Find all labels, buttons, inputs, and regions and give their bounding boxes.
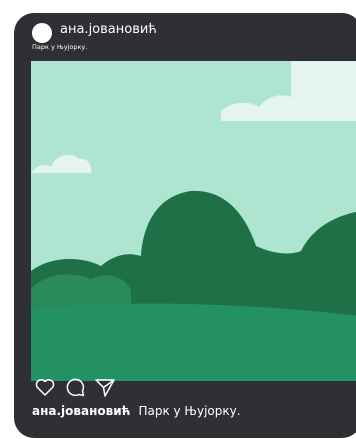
grass (31, 303, 356, 381)
post-image[interactable] (31, 61, 356, 381)
post-actions (33, 375, 153, 399)
caption-author[interactable]: ана.јовановић (32, 404, 130, 418)
post-caption: ана.јовановић Парк у Њујорку. (32, 404, 241, 418)
post-location[interactable]: Парк у Њујорку. (32, 43, 87, 51)
heart-icon[interactable] (33, 375, 57, 399)
post-username[interactable]: ана.јовановић (60, 22, 157, 37)
comment-bubble-icon[interactable] (63, 375, 87, 399)
park-illustration (31, 61, 356, 381)
avatar[interactable] (32, 23, 52, 43)
post-header: ана.јовановић Парк у Њујорку. (32, 22, 332, 63)
caption-text: Парк у Њујорку. (138, 404, 241, 418)
post-card: ана.јовановић Парк у Њујорку. ана.јовано… (14, 13, 356, 438)
paper-plane-icon[interactable] (93, 375, 117, 399)
